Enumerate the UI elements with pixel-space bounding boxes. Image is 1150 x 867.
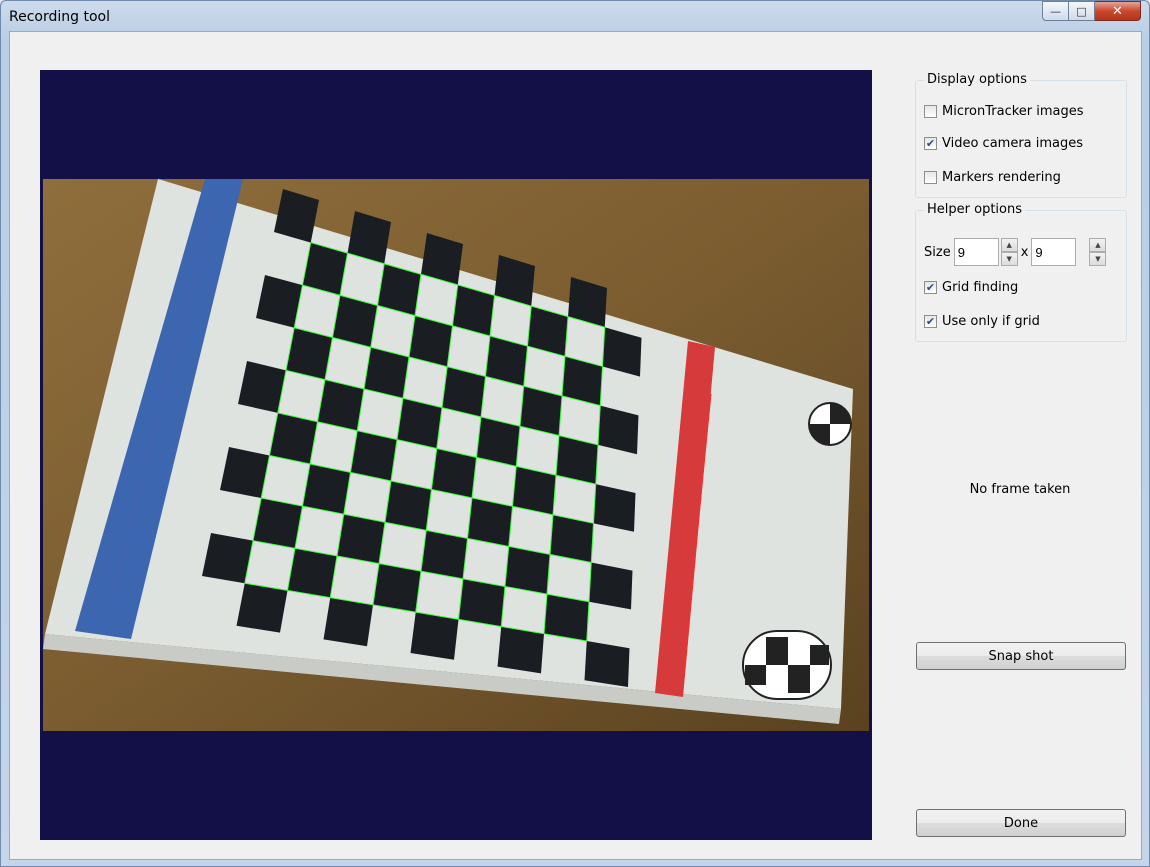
spin-down-icon[interactable]: ▼ <box>1000 252 1018 266</box>
checkbox-label: Use only if grid <box>942 314 1040 329</box>
minimize-icon: — <box>1050 4 1061 18</box>
minimize-button[interactable]: — <box>1042 1 1069 21</box>
grid-width-input[interactable] <box>953 238 999 266</box>
checker-square <box>421 530 468 579</box>
spin-up-icon[interactable]: ▲ <box>1089 238 1107 252</box>
checkbox-box[interactable] <box>924 171 937 184</box>
checker-square <box>302 463 351 515</box>
checkbox-label: Grid finding <box>942 280 1019 295</box>
checkmark-icon: ✔ <box>925 137 936 150</box>
checker-square <box>287 548 337 598</box>
app-window: Recording tool — □ ✕ Display options Mic… <box>0 0 1150 867</box>
markers-rendering-checkbox[interactable]: Markers rendering <box>924 170 1061 185</box>
grid-size-row: Size ▲ ▼ x ▲ ▼ <box>924 238 1107 266</box>
checker-square <box>253 498 303 549</box>
caption-buttons: — □ ✕ <box>1042 1 1141 21</box>
camera-frame <box>43 179 869 731</box>
checkbox-box[interactable]: ✔ <box>924 137 937 150</box>
checker-square <box>323 597 373 647</box>
done-button[interactable]: Done <box>916 809 1126 837</box>
grid-height-spinner[interactable]: ▲ ▼ <box>1089 238 1107 266</box>
checkbox-label: MicronTracker images <box>942 104 1084 119</box>
maximize-button[interactable]: □ <box>1069 1 1095 21</box>
checkmark-icon: ✔ <box>925 315 936 328</box>
checker-square <box>497 626 544 674</box>
checker-square <box>589 562 633 610</box>
use-only-if-grid-checkbox[interactable]: ✔ Use only if grid <box>924 314 1040 329</box>
target-marker-small <box>808 402 852 446</box>
video-camera-images-checkbox[interactable]: ✔ Video camera images <box>924 136 1083 151</box>
grid-height-input[interactable] <box>1031 238 1077 266</box>
video-viewer <box>40 70 872 840</box>
helper-options-title: Helper options <box>924 202 1025 217</box>
microntracker-images-checkbox[interactable]: MicronTracker images <box>924 104 1084 119</box>
checker-square <box>373 563 421 613</box>
calibration-board-image <box>43 179 869 731</box>
checker-square <box>544 594 589 641</box>
spin-down-icon[interactable]: ▼ <box>1089 252 1107 266</box>
display-options-group: Display options MicronTracker images ✔ V… <box>915 72 1127 198</box>
helper-options-group: Helper options Size ▲ ▼ x ▲ ▼ ✔ Grid fin… <box>915 202 1127 342</box>
checker-square <box>584 640 630 687</box>
spin-up-icon[interactable]: ▲ <box>1000 238 1018 252</box>
size-separator: x <box>1020 244 1029 260</box>
checkbox-box[interactable]: ✔ <box>924 281 937 294</box>
grid-width-spinner[interactable]: ▲ ▼ <box>1000 238 1018 266</box>
checker-square <box>202 533 253 584</box>
checkbox-box[interactable]: ✔ <box>924 315 937 328</box>
target-marker-large <box>742 630 832 700</box>
client-area: Display options MicronTracker images ✔ V… <box>9 31 1142 860</box>
checkmark-icon: ✔ <box>925 281 936 294</box>
checkbox-label: Video camera images <box>942 136 1084 151</box>
checker-square <box>337 514 385 564</box>
snap-shot-button[interactable]: Snap shot <box>916 642 1126 670</box>
checker-square <box>410 612 459 660</box>
checker-square <box>458 578 505 627</box>
frame-status-text: No frame taken <box>969 482 1071 497</box>
display-options-title: Display options <box>924 72 1030 87</box>
checker-square <box>220 447 270 499</box>
window-title: Recording tool <box>9 9 110 25</box>
close-button[interactable]: ✕ <box>1095 1 1141 21</box>
maximize-icon: □ <box>1076 4 1087 18</box>
size-label: Size <box>924 244 951 260</box>
checker-square <box>236 583 288 633</box>
checkbox-box[interactable] <box>924 105 937 118</box>
checkbox-label: Markers rendering <box>942 170 1061 185</box>
close-icon: ✕ <box>1112 3 1123 19</box>
grid-finding-checkbox[interactable]: ✔ Grid finding <box>924 280 1018 295</box>
